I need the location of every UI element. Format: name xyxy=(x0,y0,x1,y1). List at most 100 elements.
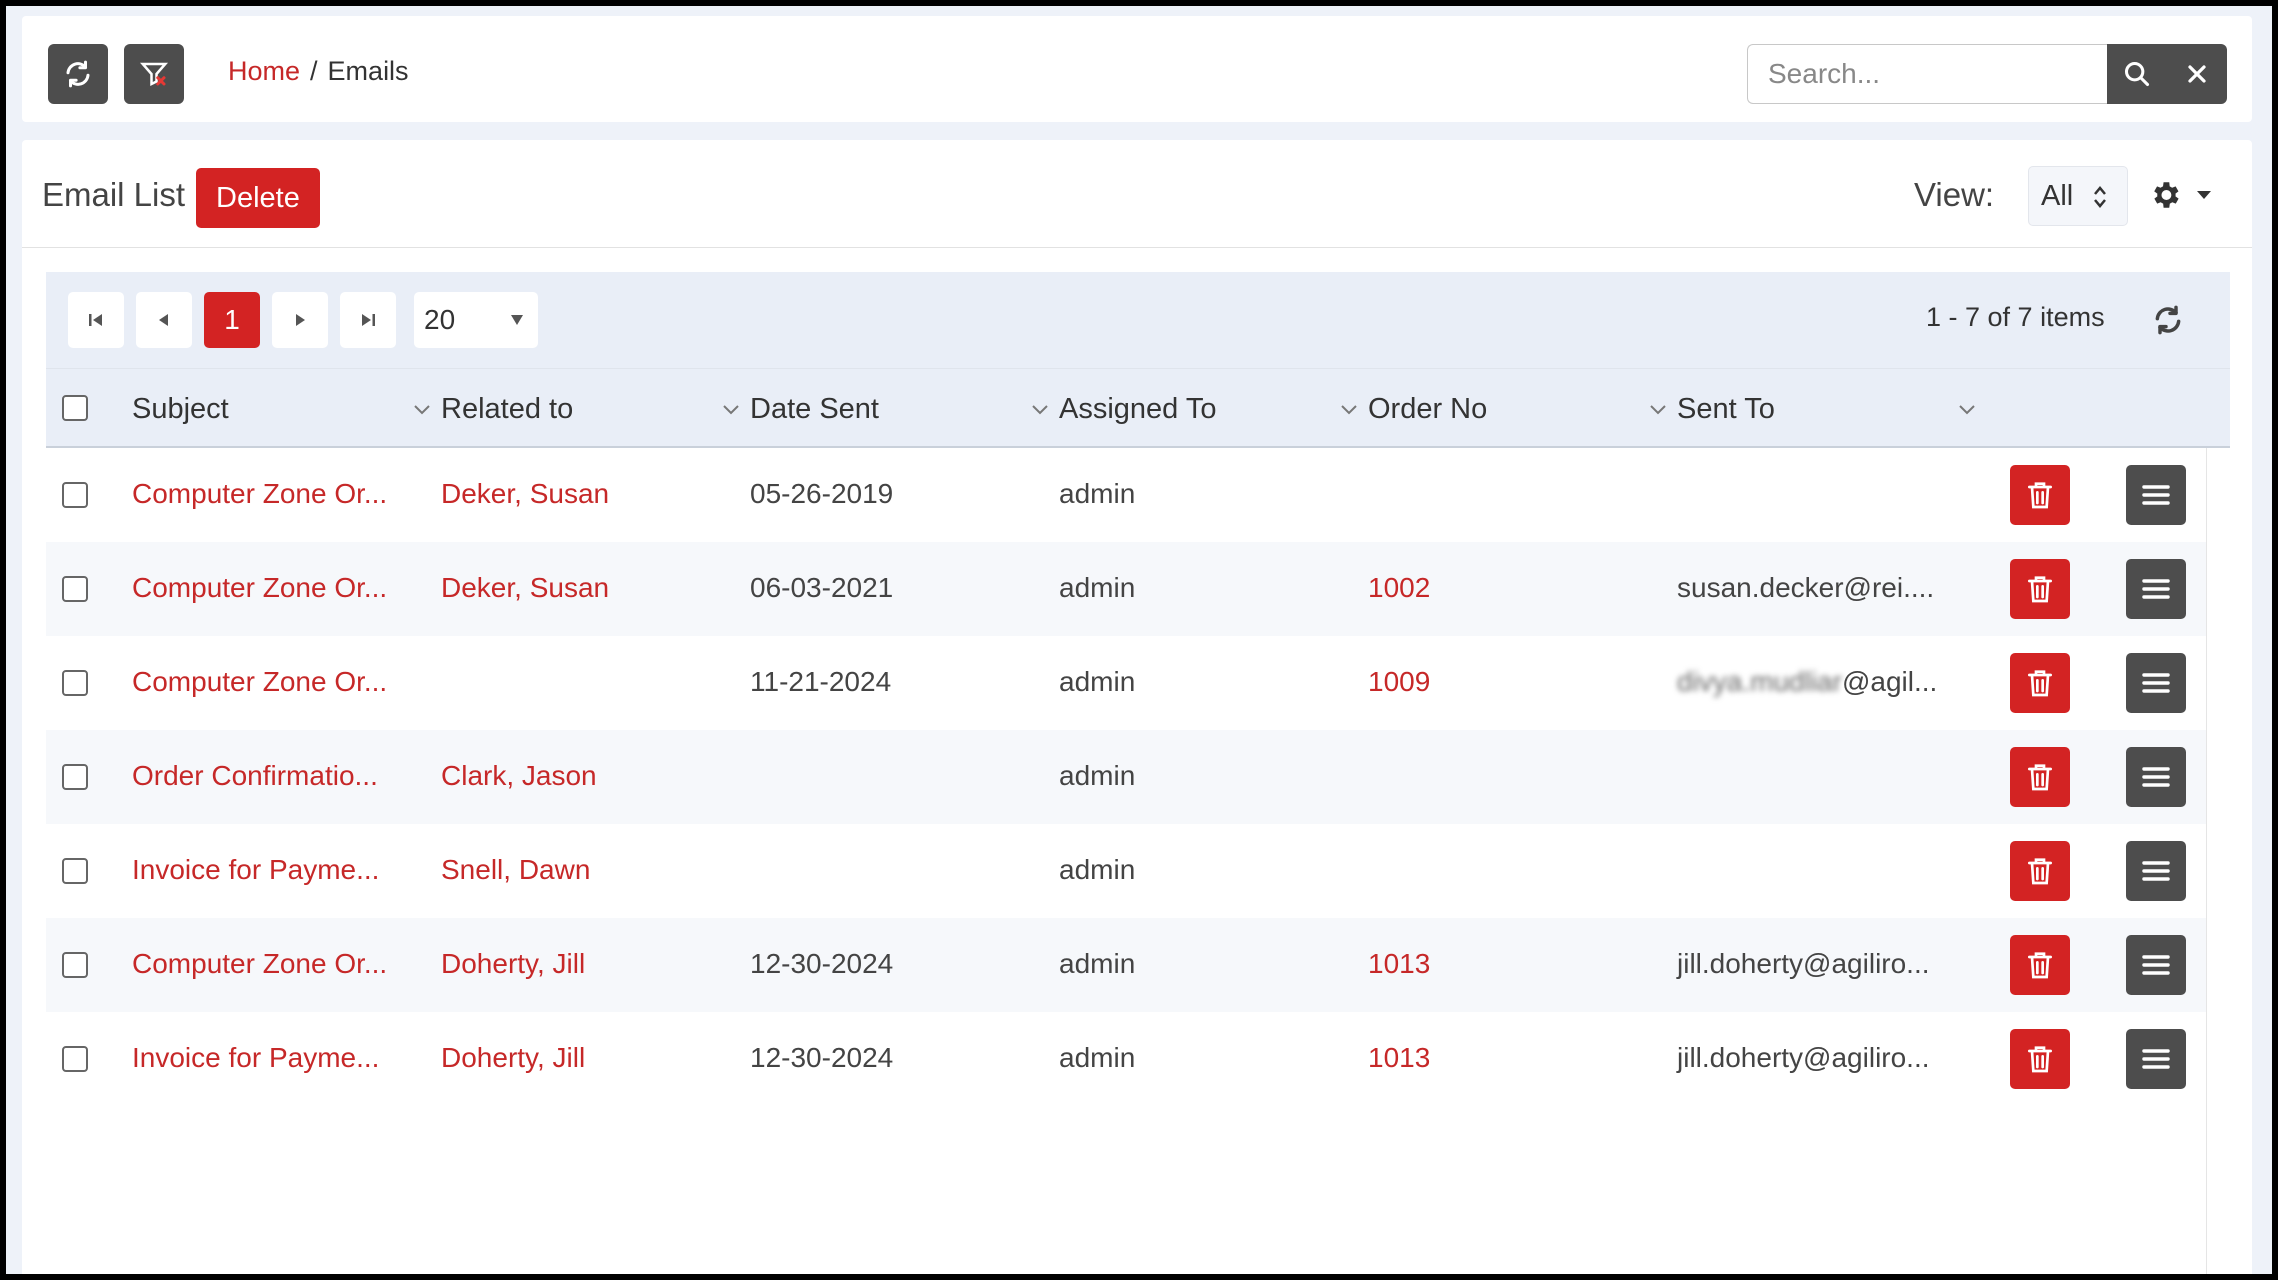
filter-clear-icon xyxy=(139,62,169,87)
top-bar: Home / Emails xyxy=(22,16,2252,122)
clear-search-button[interactable] xyxy=(2167,44,2227,104)
order-no-link[interactable]: 1009 xyxy=(1368,666,1430,698)
page-title: Email List xyxy=(42,176,186,213)
related-to-link[interactable]: Deker, Susan xyxy=(441,572,609,604)
pager-info: 1 - 7 of 7 items xyxy=(1926,302,2105,332)
trash-icon xyxy=(2028,764,2052,791)
view-select[interactable]: All xyxy=(2028,166,2128,226)
related-to-link[interactable]: Doherty, Jill xyxy=(441,948,585,980)
row-checkbox[interactable] xyxy=(62,764,88,790)
row-menu-button[interactable] xyxy=(2126,935,2186,995)
row-menu-button[interactable] xyxy=(2126,747,2186,807)
table-row: Computer Zone Or... Deker, Susan 06-03-2… xyxy=(46,542,2206,636)
updown-icon xyxy=(2094,186,2106,208)
close-icon xyxy=(2188,65,2206,83)
sent-to-redacted: divya.mudliar xyxy=(1677,666,1842,697)
row-menu-button[interactable] xyxy=(2126,559,2186,619)
column-header-subject[interactable]: Subject xyxy=(132,393,229,426)
delete-row-button[interactable] xyxy=(2010,747,2070,807)
chevron-down-icon[interactable] xyxy=(1959,405,1975,415)
delete-row-button[interactable] xyxy=(2010,559,2070,619)
delete-row-button[interactable] xyxy=(2010,841,2070,901)
row-menu-button[interactable] xyxy=(2126,1029,2186,1089)
related-to-link[interactable]: Snell, Dawn xyxy=(441,854,590,886)
subject-link[interactable]: Order Confirmatio... xyxy=(132,760,378,792)
page-size-select[interactable]: 20 xyxy=(414,292,538,348)
chevron-down-icon[interactable] xyxy=(723,405,739,415)
table-row: Computer Zone Or... 11-21-2024 admin 100… xyxy=(46,636,2206,730)
first-page-button[interactable] xyxy=(68,292,124,348)
email-list-panel: Email List Delete View: All 1 20 1 - 7 o… xyxy=(22,140,2252,1274)
subject-link[interactable]: Computer Zone Or... xyxy=(132,572,387,604)
menu-icon xyxy=(2142,485,2170,505)
sent-to: jill.doherty@agiliro... xyxy=(1677,1042,1930,1073)
row-checkbox[interactable] xyxy=(62,670,88,696)
column-header-date-sent[interactable]: Date Sent xyxy=(750,393,879,426)
date-sent: 12-30-2024 xyxy=(750,1042,894,1073)
delete-row-button[interactable] xyxy=(2010,1029,2070,1089)
breadcrumb-home-link[interactable]: Home xyxy=(228,56,300,87)
table-row: Order Confirmatio... Clark, Jason admin xyxy=(46,730,2206,824)
last-page-button[interactable] xyxy=(340,292,396,348)
row-checkbox[interactable] xyxy=(62,576,88,602)
order-no-link[interactable]: 1013 xyxy=(1368,1042,1430,1074)
row-menu-button[interactable] xyxy=(2126,653,2186,713)
search-button[interactable] xyxy=(2107,44,2167,104)
related-to-link[interactable]: Deker, Susan xyxy=(441,478,609,510)
table-row: Invoice for Payme... Snell, Dawn admin xyxy=(46,824,2206,918)
page-1-button[interactable]: 1 xyxy=(204,292,260,348)
refresh-button[interactable] xyxy=(48,44,108,104)
delete-row-button[interactable] xyxy=(2010,465,2070,525)
search-icon xyxy=(2124,61,2150,87)
vertical-scrollbar[interactable] xyxy=(2206,448,2230,1274)
column-header-order-no[interactable]: Order No xyxy=(1368,393,1487,426)
related-to-link[interactable]: Clark, Jason xyxy=(441,760,597,792)
caret-down-icon xyxy=(2197,191,2211,199)
row-checkbox[interactable] xyxy=(62,952,88,978)
search-input[interactable] xyxy=(1747,44,2107,104)
chevron-down-icon[interactable] xyxy=(414,405,430,415)
delete-row-button[interactable] xyxy=(2010,653,2070,713)
order-no-link[interactable]: 1002 xyxy=(1368,572,1430,604)
row-menu-button[interactable] xyxy=(2126,841,2186,901)
column-header-assigned-to[interactable]: Assigned To xyxy=(1059,393,1216,426)
select-all-checkbox[interactable] xyxy=(62,395,88,421)
subject-link[interactable]: Computer Zone Or... xyxy=(132,948,387,980)
column-header-sent-to[interactable]: Sent To xyxy=(1677,393,1775,426)
trash-icon xyxy=(2028,670,2052,697)
view-select-value: All xyxy=(2041,179,2074,212)
menu-icon xyxy=(2142,1049,2170,1069)
trash-icon xyxy=(2028,1046,2052,1073)
chevron-down-icon[interactable] xyxy=(1341,405,1357,415)
first-page-icon xyxy=(89,314,102,326)
chevron-down-icon[interactable] xyxy=(1032,405,1048,415)
row-checkbox[interactable] xyxy=(62,858,88,884)
chevron-down-icon[interactable] xyxy=(1650,405,1666,415)
last-page-icon xyxy=(362,314,375,326)
panel-header: Email List Delete View: All xyxy=(22,140,2252,248)
menu-icon xyxy=(2142,955,2170,975)
menu-icon xyxy=(2142,861,2170,881)
clear-filter-button[interactable] xyxy=(124,44,184,104)
date-sent: 11-21-2024 xyxy=(750,666,892,697)
refresh-icon[interactable] xyxy=(2152,304,2184,336)
delete-row-button[interactable] xyxy=(2010,935,2070,995)
subject-link[interactable]: Invoice for Payme... xyxy=(132,854,379,886)
sent-to: susan.decker@rei.... xyxy=(1677,572,1935,603)
row-checkbox[interactable] xyxy=(62,1046,88,1072)
trash-icon xyxy=(2028,576,2052,603)
order-no-link[interactable]: 1013 xyxy=(1368,948,1430,980)
related-to-link[interactable]: Doherty, Jill xyxy=(441,1042,585,1074)
subject-link[interactable]: Computer Zone Or... xyxy=(132,478,387,510)
view-label: View: xyxy=(1914,176,1995,213)
next-page-button[interactable] xyxy=(272,292,328,348)
subject-link[interactable]: Invoice for Payme... xyxy=(132,1042,379,1074)
column-header-related-to[interactable]: Related to xyxy=(441,393,573,426)
subject-link[interactable]: Computer Zone Or... xyxy=(132,666,387,698)
prev-page-button[interactable] xyxy=(136,292,192,348)
row-menu-button[interactable] xyxy=(2126,465,2186,525)
breadcrumb-separator: / xyxy=(310,56,318,86)
delete-button[interactable]: Delete xyxy=(196,168,320,228)
settings-dropdown[interactable] xyxy=(2148,178,2212,212)
row-checkbox[interactable] xyxy=(62,482,88,508)
